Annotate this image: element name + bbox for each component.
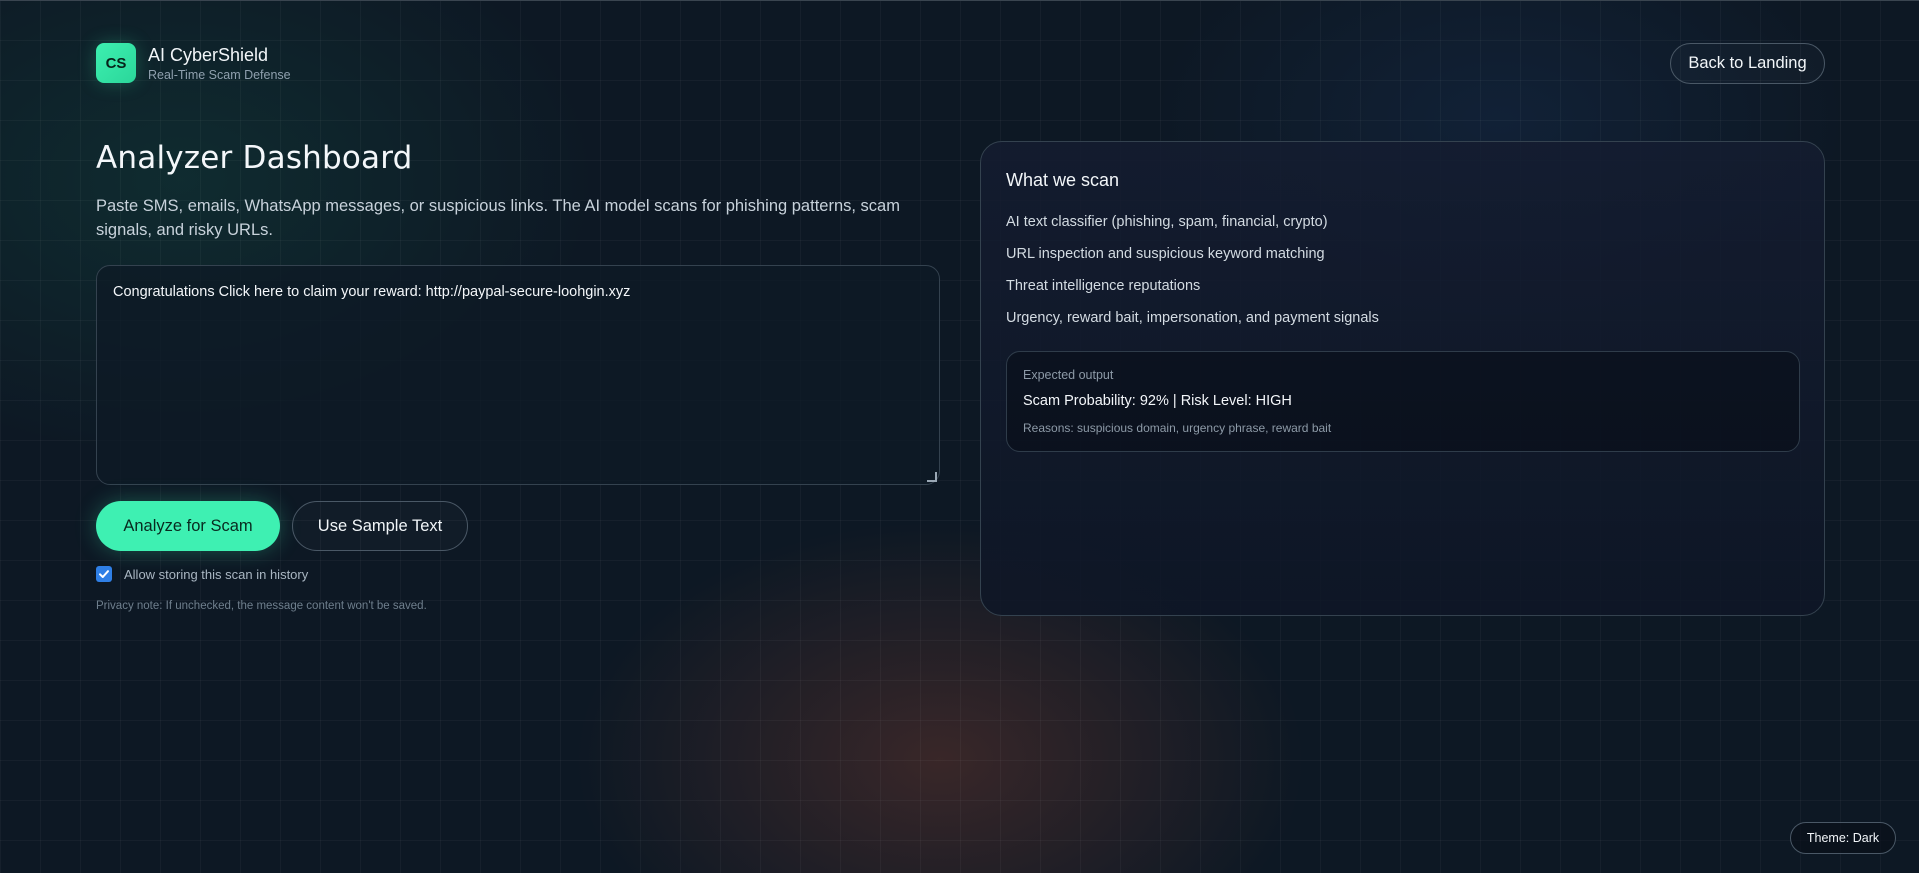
- theme-toggle-button[interactable]: Theme: Dark: [1790, 822, 1896, 854]
- checkmark-icon: [99, 570, 109, 578]
- page-title: Analyzer Dashboard: [96, 140, 413, 176]
- top-border: [0, 0, 1919, 1]
- use-sample-text-button[interactable]: Use Sample Text: [292, 501, 468, 551]
- list-item: URL inspection and suspicious keyword ma…: [1006, 246, 1325, 262]
- list-item: Urgency, reward bait, impersonation, and…: [1006, 310, 1379, 326]
- store-history-label: Allow storing this scan in history: [124, 566, 309, 582]
- back-to-landing-button[interactable]: Back to Landing: [1670, 43, 1825, 84]
- app-logo: CS: [96, 43, 136, 83]
- app-header: CS AI CyberShield Real-Time Scam Defense: [96, 43, 291, 83]
- privacy-note: Privacy note: If unchecked, the message …: [96, 600, 427, 612]
- output-result: Scam Probability: 92% | Risk Level: HIGH: [1023, 393, 1292, 409]
- app-tagline: Real-Time Scam Defense: [148, 68, 291, 82]
- scan-feature-list: AI text classifier (phishing, spam, fina…: [1006, 211, 1379, 339]
- expected-output-card: Expected output Scam Probability: 92% | …: [1006, 351, 1800, 452]
- store-history-checkbox[interactable]: [96, 566, 112, 582]
- output-reasons: Reasons: suspicious domain, urgency phra…: [1023, 421, 1332, 435]
- list-item: Threat intelligence reputations: [1006, 278, 1201, 294]
- resize-handle-icon[interactable]: [927, 472, 937, 482]
- output-label: Expected output: [1023, 368, 1114, 382]
- page-subtitle: Paste SMS, emails, WhatsApp messages, or…: [96, 197, 900, 239]
- list-item: AI text classifier (phishing, spam, fina…: [1006, 214, 1328, 230]
- message-input-box: Congratulations Click here to claim your…: [96, 265, 940, 485]
- app-name: AI CyberShield: [148, 45, 269, 65]
- panel-title: What we scan: [1006, 170, 1120, 190]
- message-input[interactable]: Congratulations Click here to claim your…: [97, 266, 939, 484]
- store-history-option: Allow storing this scan in history: [96, 566, 308, 582]
- analyze-button[interactable]: Analyze for Scam: [96, 501, 280, 551]
- what-we-scan-panel: What we scan AI text classifier (phishin…: [980, 141, 1825, 616]
- brand-block: AI CyberShield Real-Time Scam Defense: [148, 44, 291, 82]
